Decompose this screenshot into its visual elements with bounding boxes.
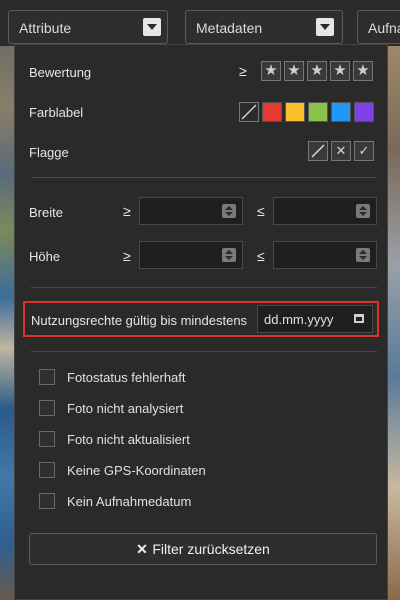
color-green-swatch[interactable]: [308, 102, 328, 122]
background-photos-right: [388, 40, 400, 600]
star-5-icon[interactable]: ★: [353, 61, 373, 81]
attribute-filter-panel: Bewertung ≥ ★ ★ ★ ★ ★ Farblabel Flagge ✕…: [14, 44, 388, 600]
flag-label: Flagge: [29, 145, 69, 160]
flag-pick-icon[interactable]: ✓: [354, 141, 374, 161]
divider: [31, 287, 377, 288]
chevron-down-icon: [316, 18, 334, 36]
date-placeholder: dd.mm.yyyy: [264, 312, 334, 327]
color-red-swatch[interactable]: [262, 102, 282, 122]
height-min-input[interactable]: [139, 241, 243, 269]
close-icon: ✕: [136, 541, 148, 557]
color-none-swatch[interactable]: [239, 102, 259, 122]
flag-none-icon[interactable]: [308, 141, 328, 161]
recording-select[interactable]: Aufna: [357, 10, 400, 44]
spinner-icon[interactable]: [356, 204, 370, 218]
color-purple-swatch[interactable]: [354, 102, 374, 122]
width-min-input[interactable]: [139, 197, 243, 225]
spinner-icon[interactable]: [356, 248, 370, 262]
usage-rights-row: Nutzungsrechte gültig bis mindestens dd.…: [23, 301, 379, 337]
divider: [31, 177, 377, 178]
rating-operator: ≥: [239, 63, 247, 79]
color-yellow-swatch[interactable]: [285, 102, 305, 122]
height-label: Höhe: [29, 249, 61, 264]
width-max-input[interactable]: [273, 197, 377, 225]
checkbox-no-date[interactable]: [39, 493, 55, 509]
divider: [31, 351, 377, 352]
checkbox-label: Keine GPS-Koordinaten: [67, 463, 206, 478]
chevron-down-icon: [143, 18, 161, 36]
checkbox-no-gps[interactable]: [39, 462, 55, 478]
height-max-operator: ≤: [257, 248, 265, 264]
filter-bar: Attribute Metadaten Aufna: [0, 0, 400, 46]
checkbox-not-updated[interactable]: [39, 431, 55, 447]
star-3-icon[interactable]: ★: [307, 61, 327, 81]
spinner-icon[interactable]: [222, 248, 236, 262]
color-label-label: Farblabel: [29, 105, 84, 120]
width-max-operator: ≤: [257, 203, 265, 219]
checkbox-label: Kein Aufnahmedatum: [67, 494, 192, 509]
checkbox-label: Foto nicht aktualisiert: [67, 432, 190, 447]
width-label: Breite: [29, 205, 63, 220]
star-4-icon[interactable]: ★: [330, 61, 350, 81]
checkbox-not-analyzed[interactable]: [39, 400, 55, 416]
checkbox-photo-status-error[interactable]: [39, 369, 55, 385]
reset-filter-label: Filter zurücksetzen: [152, 541, 270, 557]
color-blue-swatch[interactable]: [331, 102, 351, 122]
background-photos-left: [0, 40, 14, 600]
calendar-icon[interactable]: [354, 314, 364, 323]
slash-icon: [241, 104, 257, 120]
attribute-select-label: Attribute: [19, 20, 72, 36]
spinner-icon[interactable]: [222, 204, 236, 218]
flag-reject-icon[interactable]: ✕: [331, 141, 351, 161]
checkbox-label: Fotostatus fehlerhaft: [67, 370, 186, 385]
star-1-icon[interactable]: ★: [261, 61, 281, 81]
height-min-operator: ≥: [123, 248, 131, 264]
checkbox-label: Foto nicht analysiert: [67, 401, 184, 416]
usage-rights-date-input[interactable]: dd.mm.yyyy: [257, 305, 373, 333]
attribute-select[interactable]: Attribute: [8, 10, 168, 44]
metadata-select-label: Metadaten: [196, 20, 263, 36]
metadata-select[interactable]: Metadaten: [185, 10, 343, 44]
flag-slash-icon: [311, 144, 325, 158]
usage-rights-label: Nutzungsrechte gültig bis mindestens: [31, 313, 248, 328]
star-2-icon[interactable]: ★: [284, 61, 304, 81]
recording-select-label: Aufna: [368, 20, 400, 36]
rating-label: Bewertung: [29, 65, 92, 80]
reset-filter-button[interactable]: ✕ Filter zurücksetzen: [29, 533, 377, 565]
height-max-input[interactable]: [273, 241, 377, 269]
width-min-operator: ≥: [123, 203, 131, 219]
